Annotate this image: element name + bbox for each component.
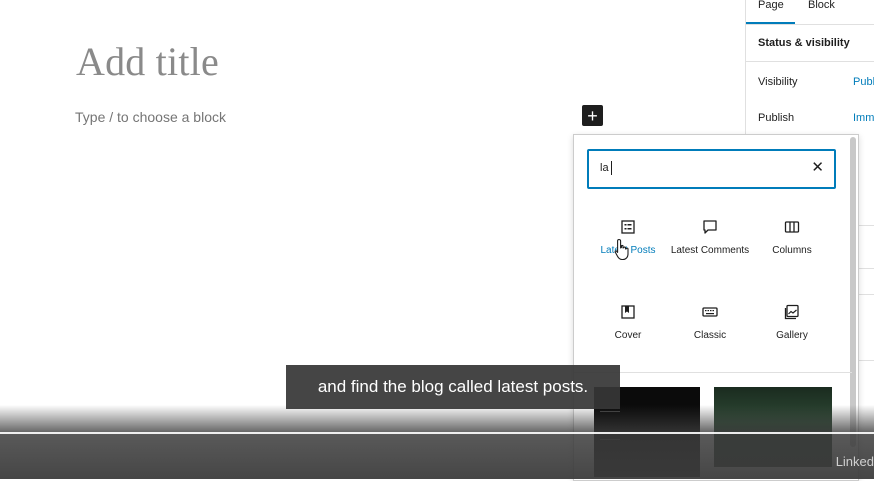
block-classic[interactable]: Classic	[670, 304, 750, 342]
block-label: Columns	[772, 245, 812, 256]
tab-page[interactable]: Page	[746, 0, 795, 24]
sidebar-tabs: Page Block	[746, 0, 874, 25]
block-gallery[interactable]: Gallery	[752, 304, 832, 342]
page-title-input[interactable]: Add title	[76, 38, 219, 85]
text-caret	[611, 161, 612, 175]
search-value: la	[600, 162, 609, 174]
linkedin-watermark: Linked	[835, 454, 874, 469]
scrollbar[interactable]	[850, 137, 856, 447]
block-placeholder[interactable]: Type / to choose a block	[75, 109, 226, 125]
visibility-value[interactable]: Publi	[853, 76, 874, 88]
block-label: Classic	[693, 330, 727, 341]
block-columns[interactable]: Columns	[752, 219, 832, 257]
cover-icon	[621, 305, 635, 319]
video-caption: and find the blog called latest posts.	[286, 365, 620, 409]
block-cover[interactable]: Cover	[588, 304, 668, 342]
gallery-icon	[784, 304, 799, 320]
block-label: Cover	[614, 330, 642, 341]
publish-value[interactable]: Imme	[853, 112, 874, 124]
tab-block[interactable]: Block	[796, 0, 847, 22]
add-block-button[interactable]: +	[582, 105, 603, 126]
video-progress-bar[interactable]	[0, 432, 874, 434]
status-visibility-panel-title[interactable]: Status & visibility	[758, 37, 850, 49]
publish-label: Publish	[758, 112, 795, 124]
comment-icon	[703, 220, 717, 234]
block-latest-comments[interactable]: Latest Comments	[670, 219, 750, 257]
keyboard-icon	[702, 307, 718, 317]
block-search-input[interactable]: la ✕	[587, 149, 836, 189]
columns-icon	[784, 221, 800, 233]
visibility-label: Visibility	[758, 76, 798, 88]
close-icon[interactable]: ✕	[811, 158, 824, 176]
hand-pointer-icon	[614, 238, 629, 261]
block-label: Gallery	[776, 330, 808, 341]
video-controls-gradient	[0, 405, 874, 479]
list-icon	[621, 220, 635, 234]
divider	[746, 61, 874, 62]
block-label: Latest Comments	[670, 245, 750, 256]
